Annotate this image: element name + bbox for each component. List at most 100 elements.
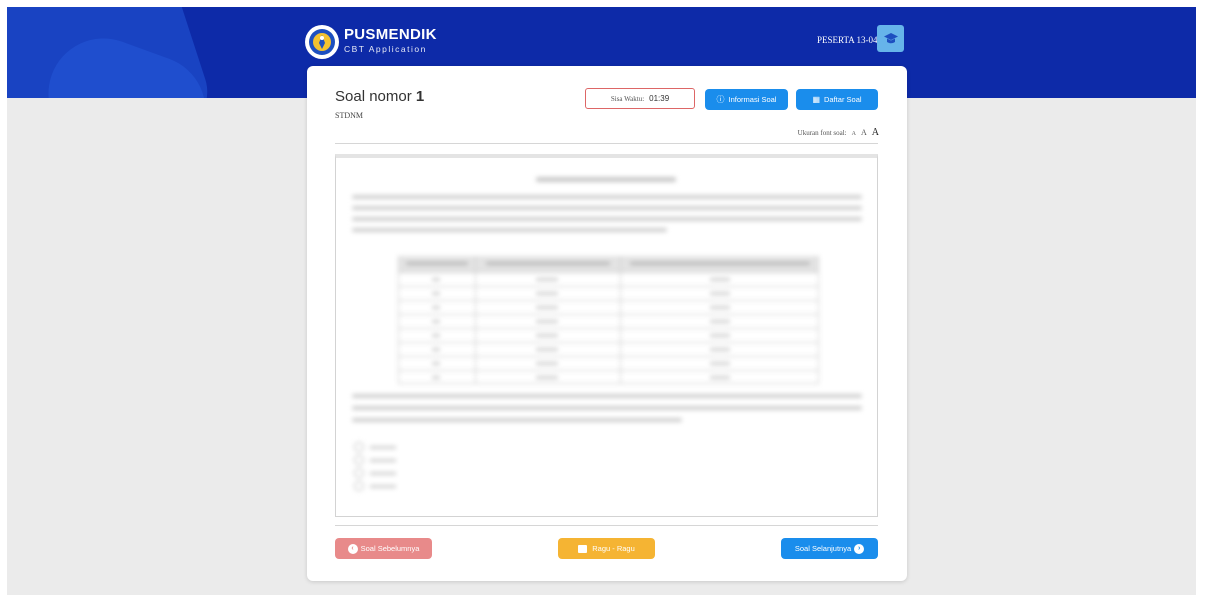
next-question-label: Soal Selanjutnya <box>794 544 852 553</box>
table-col-line <box>475 256 476 384</box>
font-size-control: Ukuran font soal: A A A <box>798 127 879 138</box>
font-size-label: Ukuran font soal: <box>797 129 847 137</box>
text-line <box>352 228 667 232</box>
table-cell <box>536 320 558 323</box>
table-row <box>398 370 819 371</box>
info-icon: ⓘ <box>716 95 725 104</box>
answer-option[interactable] <box>354 481 396 491</box>
table-cell <box>536 334 558 337</box>
table-cell <box>710 348 730 351</box>
table-col-line <box>620 256 621 384</box>
table-cell <box>710 320 730 323</box>
answer-option[interactable] <box>354 468 396 478</box>
doubt-label: Ragu - Ragu <box>592 544 635 553</box>
answer-option[interactable] <box>354 455 396 465</box>
app-subtitle: CBT Application <box>344 44 427 54</box>
table-cell <box>710 292 730 295</box>
question-number: 1 <box>415 88 425 105</box>
remaining-time: Sisa Waktu: 01:39 <box>585 88 695 109</box>
grid-icon: ▦ <box>812 95 821 104</box>
table-row <box>398 286 819 287</box>
radio-icon <box>354 481 364 491</box>
table-cell <box>536 306 558 309</box>
previous-question-button[interactable]: ‹ Soal Sebelumnya <box>335 538 432 559</box>
table-cell <box>432 306 440 309</box>
table-row <box>398 314 819 315</box>
table-col-line <box>398 256 399 384</box>
text-line <box>352 206 862 210</box>
question-title: Soal nomor 1 <box>335 88 424 105</box>
font-size-medium-button[interactable]: A <box>861 128 867 137</box>
question-code: STDNM <box>335 111 364 120</box>
divider <box>335 525 878 526</box>
table-cell <box>432 278 440 281</box>
question-body-blurred <box>336 158 877 516</box>
table-row <box>398 272 819 273</box>
font-size-large-button[interactable]: A <box>872 127 879 138</box>
table-cell <box>536 278 558 281</box>
table-cell <box>432 320 440 323</box>
answer-label <box>370 484 396 488</box>
table-cell <box>432 362 440 365</box>
table-row <box>398 300 819 301</box>
text-line <box>352 418 682 422</box>
brand: PUSMENDIK CBT Application <box>344 27 437 55</box>
font-size-small-button[interactable]: A <box>852 131 856 137</box>
table-cell <box>536 362 558 365</box>
content-heading-placeholder <box>536 177 676 182</box>
timer-value: 01:39 <box>649 94 670 103</box>
table-row <box>398 328 819 329</box>
table-cell <box>710 334 730 337</box>
question-content <box>335 154 878 517</box>
graduation-cap-icon[interactable] <box>877 25 904 52</box>
timer-label: Sisa Waktu: <box>610 94 645 103</box>
next-question-button[interactable]: Soal Selanjutnya › <box>781 538 878 559</box>
answer-label <box>370 458 396 462</box>
chevron-left-icon: ‹ <box>347 543 358 554</box>
chevron-right-icon: › <box>854 543 865 554</box>
data-table-blurred <box>398 256 819 384</box>
app-name: PUSMENDIK <box>344 26 437 43</box>
radio-icon <box>354 468 364 478</box>
participant-name: PESERTA 13-04 <box>817 35 878 45</box>
table-row <box>398 356 819 357</box>
radio-icon <box>354 455 364 465</box>
table-cell <box>432 376 440 379</box>
table-cell <box>406 262 468 265</box>
table-col-line <box>818 256 819 384</box>
table-cell <box>536 292 558 295</box>
previous-question-label: Soal Sebelumnya <box>360 544 420 553</box>
table-cell <box>710 376 730 379</box>
table-cell <box>432 292 440 295</box>
text-line <box>352 195 862 199</box>
radio-icon <box>354 442 364 452</box>
answer-option[interactable] <box>354 442 396 452</box>
text-line <box>352 217 862 221</box>
table-row <box>398 383 819 384</box>
info-soal-label: Informasi Soal <box>728 95 777 104</box>
table-cell <box>710 306 730 309</box>
question-title-prefix: Soal nomor <box>335 88 412 105</box>
text-line <box>352 394 862 398</box>
answer-label <box>370 445 396 449</box>
table-row <box>398 342 819 343</box>
answer-label <box>370 471 396 475</box>
table-cell <box>536 376 558 379</box>
app-frame: PUSMENDIK CBT Application PESERTA 13-04 … <box>7 7 1196 595</box>
daftar-soal-label: Daftar Soal <box>824 95 862 104</box>
table-cell <box>710 362 730 365</box>
table-cell <box>432 348 440 351</box>
table-cell <box>432 334 440 337</box>
info-soal-button[interactable]: ⓘ Informasi Soal <box>705 89 788 110</box>
doubt-button[interactable]: Ragu - Ragu <box>558 538 655 559</box>
table-cell <box>630 262 810 265</box>
tut-wuri-handayani-logo-icon <box>305 25 339 59</box>
daftar-soal-button[interactable]: ▦ Daftar Soal <box>796 89 878 110</box>
table-cell <box>486 262 610 265</box>
question-card: Soal nomor 1 STDNM Sisa Waktu: 01:39 ⓘ I… <box>307 66 907 581</box>
divider <box>335 143 878 144</box>
table-cell <box>536 348 558 351</box>
checkbox-icon <box>578 544 588 553</box>
text-line <box>352 406 862 410</box>
table-cell <box>710 278 730 281</box>
